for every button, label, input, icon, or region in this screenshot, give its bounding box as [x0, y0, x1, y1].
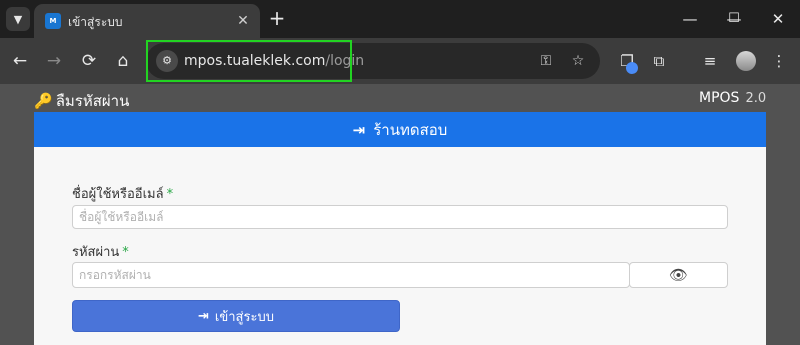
brand: MPOS 2.0: [699, 90, 766, 106]
password-label: รหัสผ่าน *: [72, 241, 129, 262]
store-name: ร้านทดสอบ: [373, 120, 448, 139]
profile-avatar[interactable]: [736, 51, 756, 71]
key-icon: 🔑: [34, 92, 53, 110]
site-favicon-icon: M: [45, 13, 61, 29]
login-submit-button[interactable]: ⇥ เข้าสู่ระบบ: [72, 300, 400, 332]
reload-icon[interactable]: ⟳: [77, 49, 101, 73]
password-key-icon[interactable]: ⚿: [536, 51, 556, 71]
required-mark: *: [166, 187, 174, 202]
close-window-icon[interactable]: ✕: [756, 0, 800, 38]
bookmark-star-icon[interactable]: ☆: [568, 51, 588, 71]
active-tab[interactable]: M เข้าสู่ระบบ ✕: [34, 4, 260, 38]
back-arrow-icon[interactable]: ←: [8, 49, 32, 73]
forgot-password-label: ลืมรหัสผ่าน: [55, 92, 130, 110]
home-icon[interactable]: ⌂: [111, 49, 135, 73]
new-tab-plus-icon[interactable]: +: [266, 8, 288, 30]
show-password-button[interactable]: 👁: [629, 262, 728, 288]
forward-arrow-icon[interactable]: →: [42, 49, 66, 73]
notification-badge-icon: [626, 62, 638, 74]
tab-close-icon[interactable]: ✕: [234, 12, 252, 30]
tab-title: เข้าสู่ระบบ: [68, 15, 123, 29]
brand-name: MPOS: [699, 90, 740, 106]
required-mark: *: [122, 245, 129, 260]
maximize-window-icon[interactable]: ☐: [712, 0, 756, 38]
login-submit-label: เข้าสู่ระบบ: [214, 309, 274, 325]
more-menu-icon[interactable]: ⋮: [768, 50, 790, 72]
extensions-puzzle-icon[interactable]: ⧉: [648, 50, 670, 72]
username-label-text: ชื่อผู้ใช้หรืออีเมล์: [72, 187, 164, 202]
username-label: ชื่อผู้ใช้หรืออีเมล์ *: [72, 183, 173, 204]
chevron-down-icon: ▼: [13, 12, 23, 26]
media-controls-icon[interactable]: ≡: [699, 50, 721, 72]
sign-in-icon: ⇥: [352, 120, 366, 139]
minimize-window-icon[interactable]: —: [668, 0, 712, 38]
page-header: 🔑 ลืมรหัสผ่าน MPOS 2.0: [0, 84, 800, 112]
forgot-password-link[interactable]: 🔑 ลืมรหัสผ่าน: [34, 89, 129, 113]
url-highlight-box: [146, 40, 352, 82]
password-label-text: รหัสผ่าน: [72, 245, 120, 260]
username-input[interactable]: [72, 205, 728, 229]
sign-in-icon: ⇥: [198, 308, 209, 324]
eye-icon: 👁: [668, 266, 689, 284]
browser-toolbar: ← → ⟳ ⌂ ⚙ mpos.tualeklek.com/login ⚿ ☆ ❐…: [0, 38, 800, 84]
store-header: ⇥ ร้านทดสอบ: [34, 112, 766, 147]
brand-version: 2.0: [745, 91, 767, 106]
tab-search-button[interactable]: ▼: [6, 7, 30, 31]
password-input[interactable]: [72, 262, 630, 288]
